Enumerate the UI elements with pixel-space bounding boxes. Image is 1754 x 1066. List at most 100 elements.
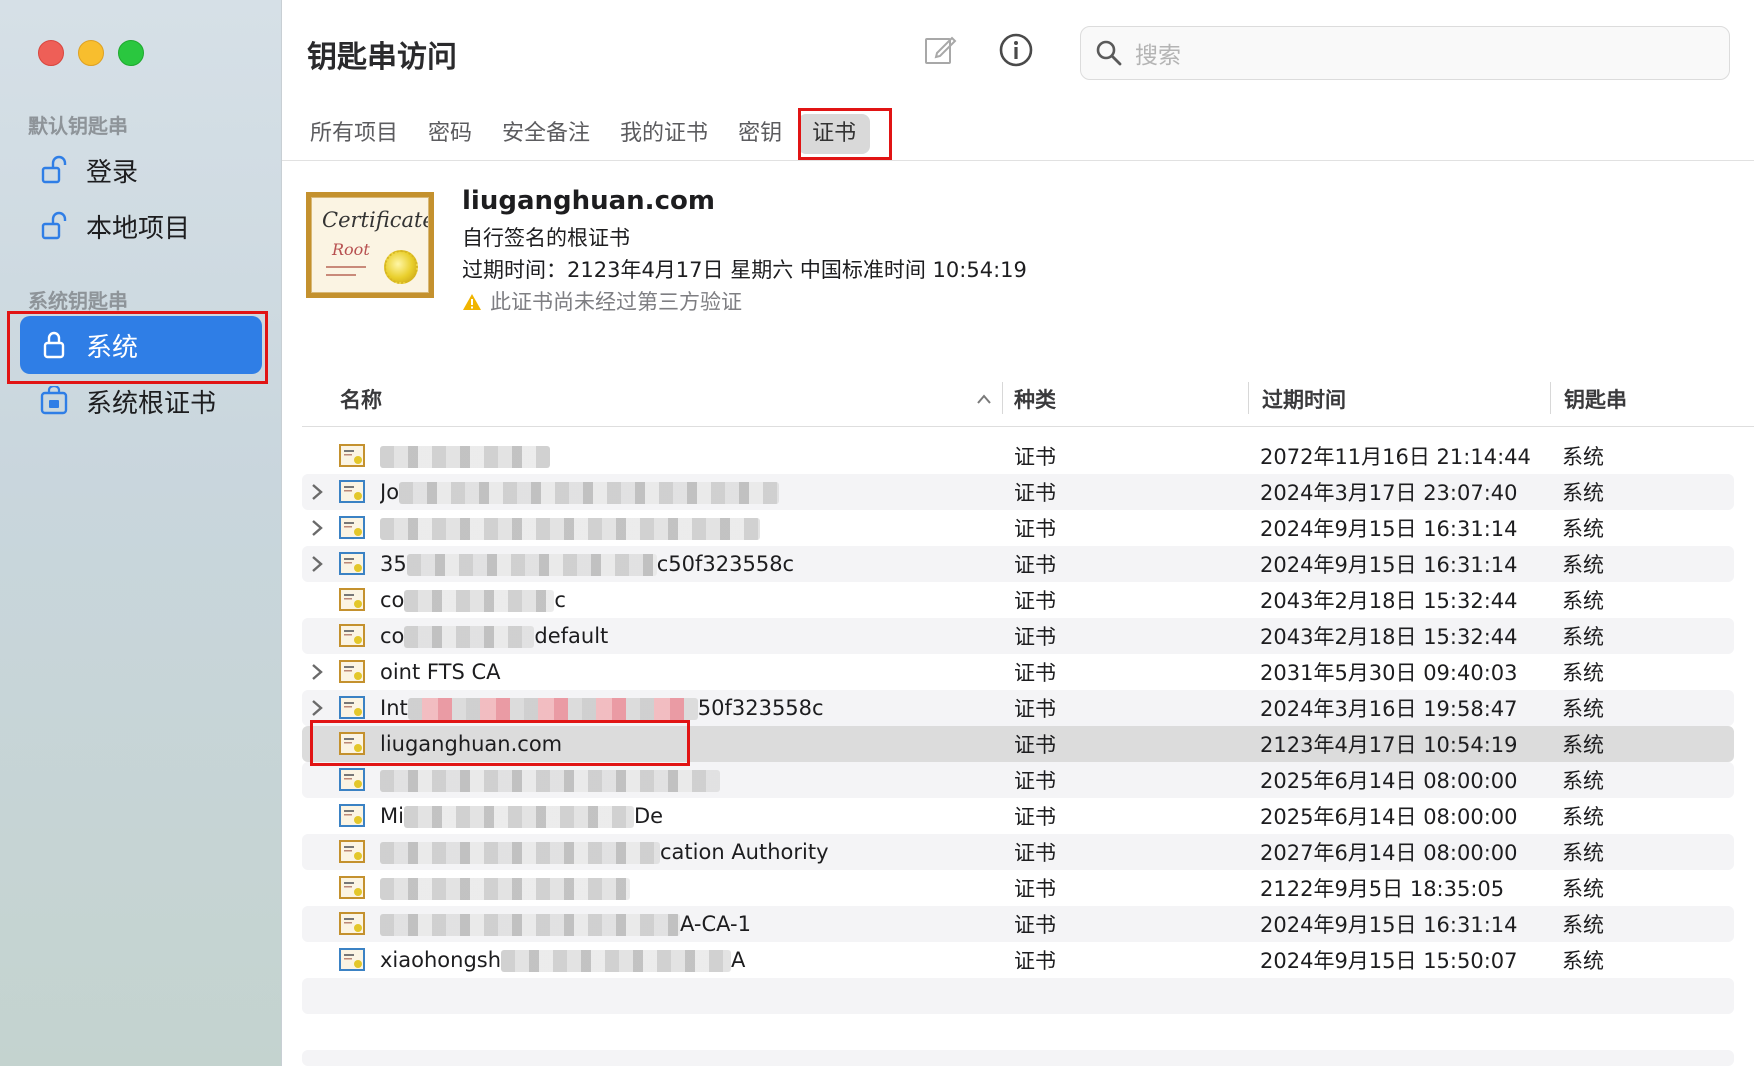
- redacted-text: [380, 842, 660, 864]
- row-keychain: 系统: [1562, 517, 1604, 541]
- redacted-text: [380, 518, 760, 540]
- redacted-text: [380, 770, 720, 792]
- detail-cert-warning: 此证书尚未经过第三方验证: [462, 286, 742, 316]
- sidebar-item-local-items[interactable]: 本地项目: [20, 197, 262, 255]
- minimize-window-button[interactable]: [78, 40, 104, 66]
- tab-passwords[interactable]: 密码: [414, 114, 486, 154]
- row-expires: 2024年3月16日 19:58:47: [1260, 697, 1518, 721]
- row-expires: 2122年9月5日 18:35:05: [1260, 877, 1505, 901]
- row-expires: 2025年6月14日 08:00:00: [1260, 805, 1518, 829]
- sidebar-item-login[interactable]: 登录: [20, 141, 262, 199]
- zoom-window-button[interactable]: [118, 40, 144, 66]
- row-keychain: 系统: [1562, 589, 1604, 613]
- disclosure-chevron-icon[interactable]: [310, 518, 324, 538]
- row-expires: 2043年2月18日 15:32:44: [1260, 589, 1518, 613]
- row-name-tail: A: [731, 948, 746, 972]
- tab-keys[interactable]: 密钥: [724, 114, 796, 154]
- tab-all-items[interactable]: 所有项目: [296, 114, 412, 154]
- redacted-text: [406, 554, 657, 576]
- column-divider[interactable]: [1248, 382, 1249, 414]
- table-row[interactable]: 证书 2072年11月16日 21:14:44 系统: [302, 438, 1734, 474]
- search-field[interactable]: 搜索: [1080, 26, 1730, 80]
- table-row[interactable]: oint FTS CA 证书 2031年5月30日 09:40:03 系统: [302, 654, 1734, 690]
- row-kind: 证书: [1014, 517, 1056, 541]
- compose-icon[interactable]: [920, 30, 960, 70]
- table-row[interactable]: Jo 证书 2024年3月17日 23:07:40 系统: [302, 474, 1734, 510]
- disclosure-chevron-icon[interactable]: [310, 482, 324, 502]
- row-expires: 2043年2月18日 15:32:44: [1260, 625, 1518, 649]
- table-row[interactable]: co default 证书 2043年2月18日 15:32:44 系统: [302, 618, 1734, 654]
- column-divider[interactable]: [1002, 382, 1003, 414]
- row-name: [380, 516, 1000, 540]
- row-name-tail: A-CA-1: [680, 912, 751, 936]
- disclosure-chevron-icon[interactable]: [310, 554, 324, 574]
- highlight-annotation-certificates-tab: [798, 108, 892, 160]
- sidebar-item-label: 登录: [86, 157, 139, 188]
- row-name-text: co: [380, 588, 405, 612]
- row-kind: 证书: [1014, 877, 1056, 901]
- table-row[interactable]: 35 c50f323558c 证书 2024年9月15日 16:31:14 系统: [302, 546, 1734, 582]
- row-keychain: 系统: [1562, 697, 1604, 721]
- unlock-icon: [36, 208, 72, 244]
- column-header-name[interactable]: 名称: [340, 384, 382, 414]
- row-name-text: 35: [380, 552, 407, 576]
- row-expires: 2024年9月15日 15:50:07: [1260, 949, 1518, 973]
- detail-cert-type: 自行签名的根证书: [462, 226, 630, 250]
- row-name-text: Jo: [380, 480, 400, 504]
- sidebar-item-label: 系统根证书: [86, 388, 217, 419]
- column-header-expires[interactable]: 过期时间: [1262, 384, 1346, 414]
- redacted-text: [404, 590, 555, 612]
- certificate-icon: [338, 875, 366, 900]
- row-keychain: 系统: [1562, 913, 1604, 937]
- row-kind: 证书: [1014, 805, 1056, 829]
- table-row[interactable]: cation Authority 证书 2027年6月14日 08:00:00 系统: [302, 834, 1734, 870]
- column-header-kind[interactable]: 种类: [1014, 384, 1056, 414]
- cabinet-icon: [36, 383, 72, 419]
- certificate-icon: [338, 803, 366, 828]
- info-icon[interactable]: [996, 30, 1036, 70]
- certificate-icon: [338, 767, 366, 792]
- certificate-icon: [338, 911, 366, 936]
- row-name: Mi De: [380, 804, 1000, 828]
- redacted-text: [407, 698, 698, 720]
- row-kind: 证书: [1014, 481, 1056, 505]
- detail-cert-name: liuganghuan.com: [462, 186, 715, 216]
- sort-ascending-icon[interactable]: [976, 394, 992, 404]
- row-expires: 2025年6月14日 08:00:00: [1260, 769, 1518, 793]
- row-keychain: 系统: [1562, 805, 1604, 829]
- table-row[interactable]: A-CA-1 证书 2024年9月15日 16:31:14 系统: [302, 906, 1734, 942]
- certificate-icon: [338, 947, 366, 972]
- row-name: xiaohongsh A: [380, 948, 1000, 972]
- redacted-text: [399, 482, 780, 504]
- close-window-button[interactable]: [38, 40, 64, 66]
- row-keychain: 系统: [1562, 877, 1604, 901]
- certificate-icon-subtext: Root: [332, 240, 370, 259]
- redacted-text: [404, 626, 535, 648]
- row-kind: 证书: [1014, 769, 1056, 793]
- row-name-text: Mi: [380, 804, 404, 828]
- table-row[interactable]: Mi De 证书 2025年6月14日 08:00:00 系统: [302, 798, 1734, 834]
- table-row[interactable]: 证书 2024年9月15日 16:31:14 系统: [302, 510, 1734, 546]
- tab-secure-notes[interactable]: 安全备注: [488, 114, 604, 154]
- row-expires: 2027年6月14日 08:00:00: [1260, 841, 1518, 865]
- table-row[interactable]: co c 证书 2043年2月18日 15:32:44 系统: [302, 582, 1734, 618]
- tab-my-certificates[interactable]: 我的证书: [606, 114, 722, 154]
- row-name: cation Authority: [380, 840, 1000, 864]
- disclosure-chevron-icon[interactable]: [310, 662, 324, 682]
- row-kind: 证书: [1014, 661, 1056, 685]
- certificate-icon: [338, 515, 366, 540]
- table-row[interactable]: xiaohongsh A 证书 2024年9月15日 15:50:07 系统: [302, 942, 1734, 978]
- row-kind: 证书: [1014, 949, 1056, 973]
- row-name-tail: cation Authority: [660, 840, 829, 864]
- table-row[interactable]: 证书 2122年9月5日 18:35:05 系统: [302, 870, 1734, 906]
- row-name: Int 50f323558c: [380, 696, 1000, 720]
- system-keychains-header: 系统钥匙串: [28, 289, 128, 313]
- row-name: co default: [380, 624, 1000, 648]
- column-header-keychain[interactable]: 钥匙串: [1564, 384, 1627, 414]
- table-row[interactable]: 证书 2025年6月14日 08:00:00 系统: [302, 762, 1734, 798]
- column-divider[interactable]: [1550, 382, 1551, 414]
- header-divider: [302, 426, 1754, 427]
- seal-icon: [384, 250, 418, 284]
- disclosure-chevron-icon[interactable]: [310, 698, 324, 718]
- row-expires: 2024年9月15日 16:31:14: [1260, 517, 1518, 541]
